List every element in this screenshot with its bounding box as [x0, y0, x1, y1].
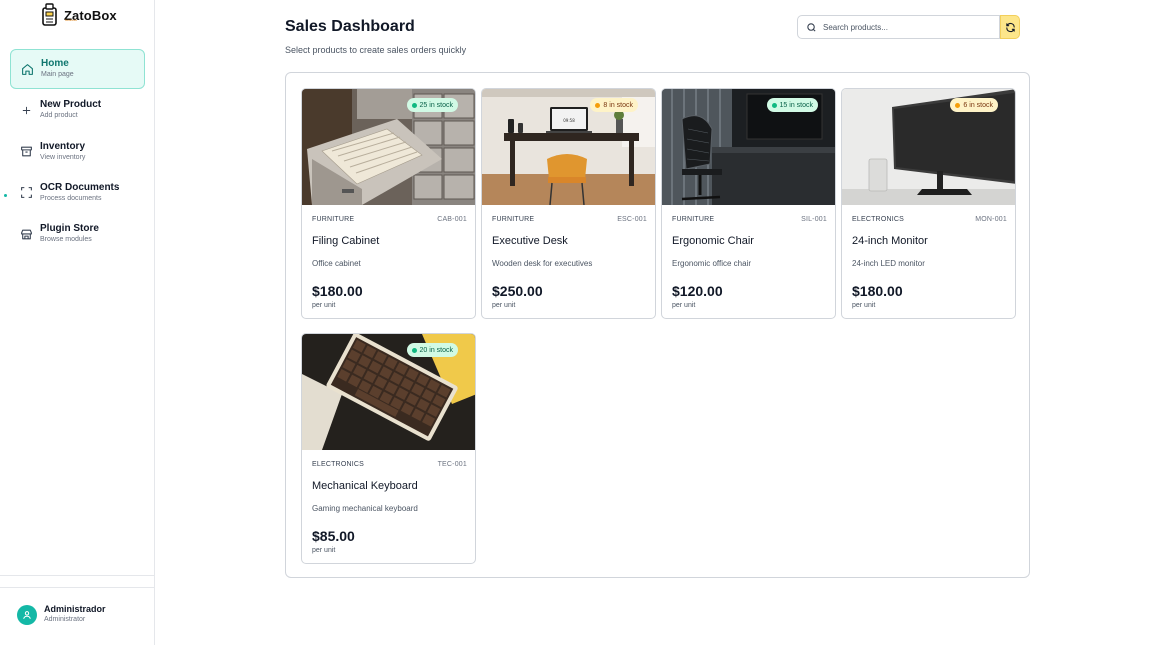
screen-clock: 09:58: [563, 118, 575, 123]
product-description: Gaming mechanical keyboard: [312, 504, 418, 513]
product-category: ELECTRONICS: [852, 216, 904, 223]
divider: [0, 587, 155, 588]
user-icon: [23, 610, 31, 619]
product-sku: TEC-001: [437, 461, 467, 468]
stock-text: 15 in stock: [779, 101, 813, 109]
sidebar-item-sublabel: Main page: [41, 71, 74, 78]
sidebar-item-label: OCR Documents: [40, 181, 120, 193]
logo-icon: [42, 3, 57, 26]
refresh-button[interactable]: [1000, 15, 1020, 39]
search-icon: [807, 22, 816, 32]
price-unit: per unit: [492, 302, 516, 309]
sidebar-item-plugin-store[interactable]: Plugin Store Browse modules: [10, 214, 145, 254]
user-name: Administrador: [44, 604, 106, 614]
stock-dot: [411, 102, 417, 108]
product-name: Executive Desk: [492, 235, 568, 247]
divider: [0, 575, 155, 576]
stock-dot: [955, 102, 961, 108]
archive-icon: [19, 145, 33, 159]
stock-text: 20 in stock: [419, 346, 453, 354]
price-unit: per unit: [672, 302, 696, 309]
user-profile[interactable]: Administrador Administrator: [17, 604, 106, 625]
store-icon: [19, 227, 33, 241]
stock-badge: 8 in stock: [590, 98, 638, 112]
sidebar-item-label: Inventory: [40, 140, 86, 152]
product-price: $180.00: [312, 283, 363, 299]
product-description: Office cabinet: [312, 259, 361, 268]
notification-dot: [4, 193, 7, 197]
page-subtitle: Select products to create sales orders q…: [285, 45, 467, 55]
sidebar-item-new-product[interactable]: New Product Add product: [10, 90, 145, 130]
product-name: 24-inch Monitor: [852, 235, 928, 247]
product-price: $250.00: [492, 283, 543, 299]
sidebar-nav: Home Main page New Product Add product I…: [4, 49, 145, 255]
product-sku: SIL-001: [801, 216, 827, 223]
product-category: FURNITURE: [672, 216, 715, 223]
product-grid: 25 in stock FURNITURE CAB-001 Filing Cabi…: [285, 72, 1030, 578]
product-card-mechanical-keyboard[interactable]: 20 in stock ELECTRONICS TEC-001 Mechanica…: [301, 333, 476, 564]
avatar: [17, 604, 37, 625]
sidebar-item-sublabel: Process documents: [40, 194, 102, 202]
sidebar-item-sublabel: View inventory: [40, 153, 86, 161]
user-role: Administrator: [44, 616, 86, 623]
product-price: $180.00: [852, 283, 903, 299]
stock-badge: 25 in stock: [406, 98, 458, 112]
home-icon: [20, 62, 34, 76]
product-sku: ESC-001: [617, 216, 647, 223]
stock-badge: 20 in stock: [406, 343, 458, 357]
product-description: Wooden desk for executives: [492, 259, 593, 268]
product-category: FURNITURE: [492, 216, 535, 223]
stock-badge: 6 in stock: [950, 98, 998, 112]
product-sku: MON-001: [975, 216, 1007, 223]
product-name: Mechanical Keyboard: [312, 480, 418, 492]
product-description: Ergonomic office chair: [672, 259, 751, 268]
stock-dot: [595, 102, 601, 108]
refresh-icon: [1005, 22, 1015, 32]
sidebar-item-label: Plugin Store: [40, 223, 99, 235]
price-unit: per unit: [312, 302, 336, 309]
product-price: $85.00: [312, 528, 355, 544]
product-category: ELECTRONICS: [312, 461, 364, 468]
stock-text: 25 in stock: [419, 101, 453, 109]
sidebar-item-label: Home: [41, 58, 69, 69]
product-name: Ergonomic Chair: [672, 235, 754, 247]
sidebar: ZatoBox business Home Main page New Prod…: [0, 0, 155, 645]
stock-dot: [771, 102, 777, 108]
product-price: $120.00: [672, 283, 723, 299]
plus-icon: [19, 103, 33, 117]
scan-icon: [19, 186, 33, 200]
product-name: Filing Cabinet: [312, 235, 380, 247]
price-unit: per unit: [312, 547, 336, 554]
sidebar-item-ocr-documents[interactable]: OCR Documents Process documents: [4, 173, 145, 213]
brand-tagline: business: [65, 18, 77, 22]
sidebar-item-sublabel: Browse modules: [40, 236, 92, 244]
stock-badge: 15 in stock: [766, 98, 818, 112]
product-card-24-inch-monitor[interactable]: 6 in stock ELECTRONICS MON-001 24-inch Mo…: [841, 88, 1016, 319]
sidebar-item-label: New Product: [40, 99, 102, 111]
product-card-ergonomic-chair[interactable]: 15 in stock FURNITURE SIL-001 Ergonomic C…: [661, 88, 836, 319]
search-input[interactable]: [823, 22, 983, 32]
stock-dot: [411, 347, 417, 353]
search-box: [797, 15, 1000, 39]
sidebar-item-home[interactable]: Home Main page: [10, 49, 145, 89]
product-card-filing-cabinet[interactable]: 25 in stock FURNITURE CAB-001 Filing Cabi…: [301, 88, 476, 319]
sidebar-item-inventory[interactable]: Inventory View inventory: [10, 132, 145, 172]
price-unit: per unit: [852, 302, 876, 309]
product-description: 24-inch LED monitor: [852, 259, 925, 268]
product-card-executive-desk[interactable]: 09:58 8 in stock FURNITURE ESC-001 Execut…: [481, 88, 656, 319]
sidebar-item-sublabel: Add product: [40, 112, 78, 120]
product-category: FURNITURE: [312, 216, 355, 223]
product-sku: CAB-001: [437, 216, 467, 223]
page-title: Sales Dashboard: [285, 18, 415, 35]
app-logo[interactable]: ZatoBox business: [40, 3, 117, 27]
stock-text: 6 in stock: [963, 101, 993, 109]
stock-text: 8 in stock: [603, 101, 633, 109]
